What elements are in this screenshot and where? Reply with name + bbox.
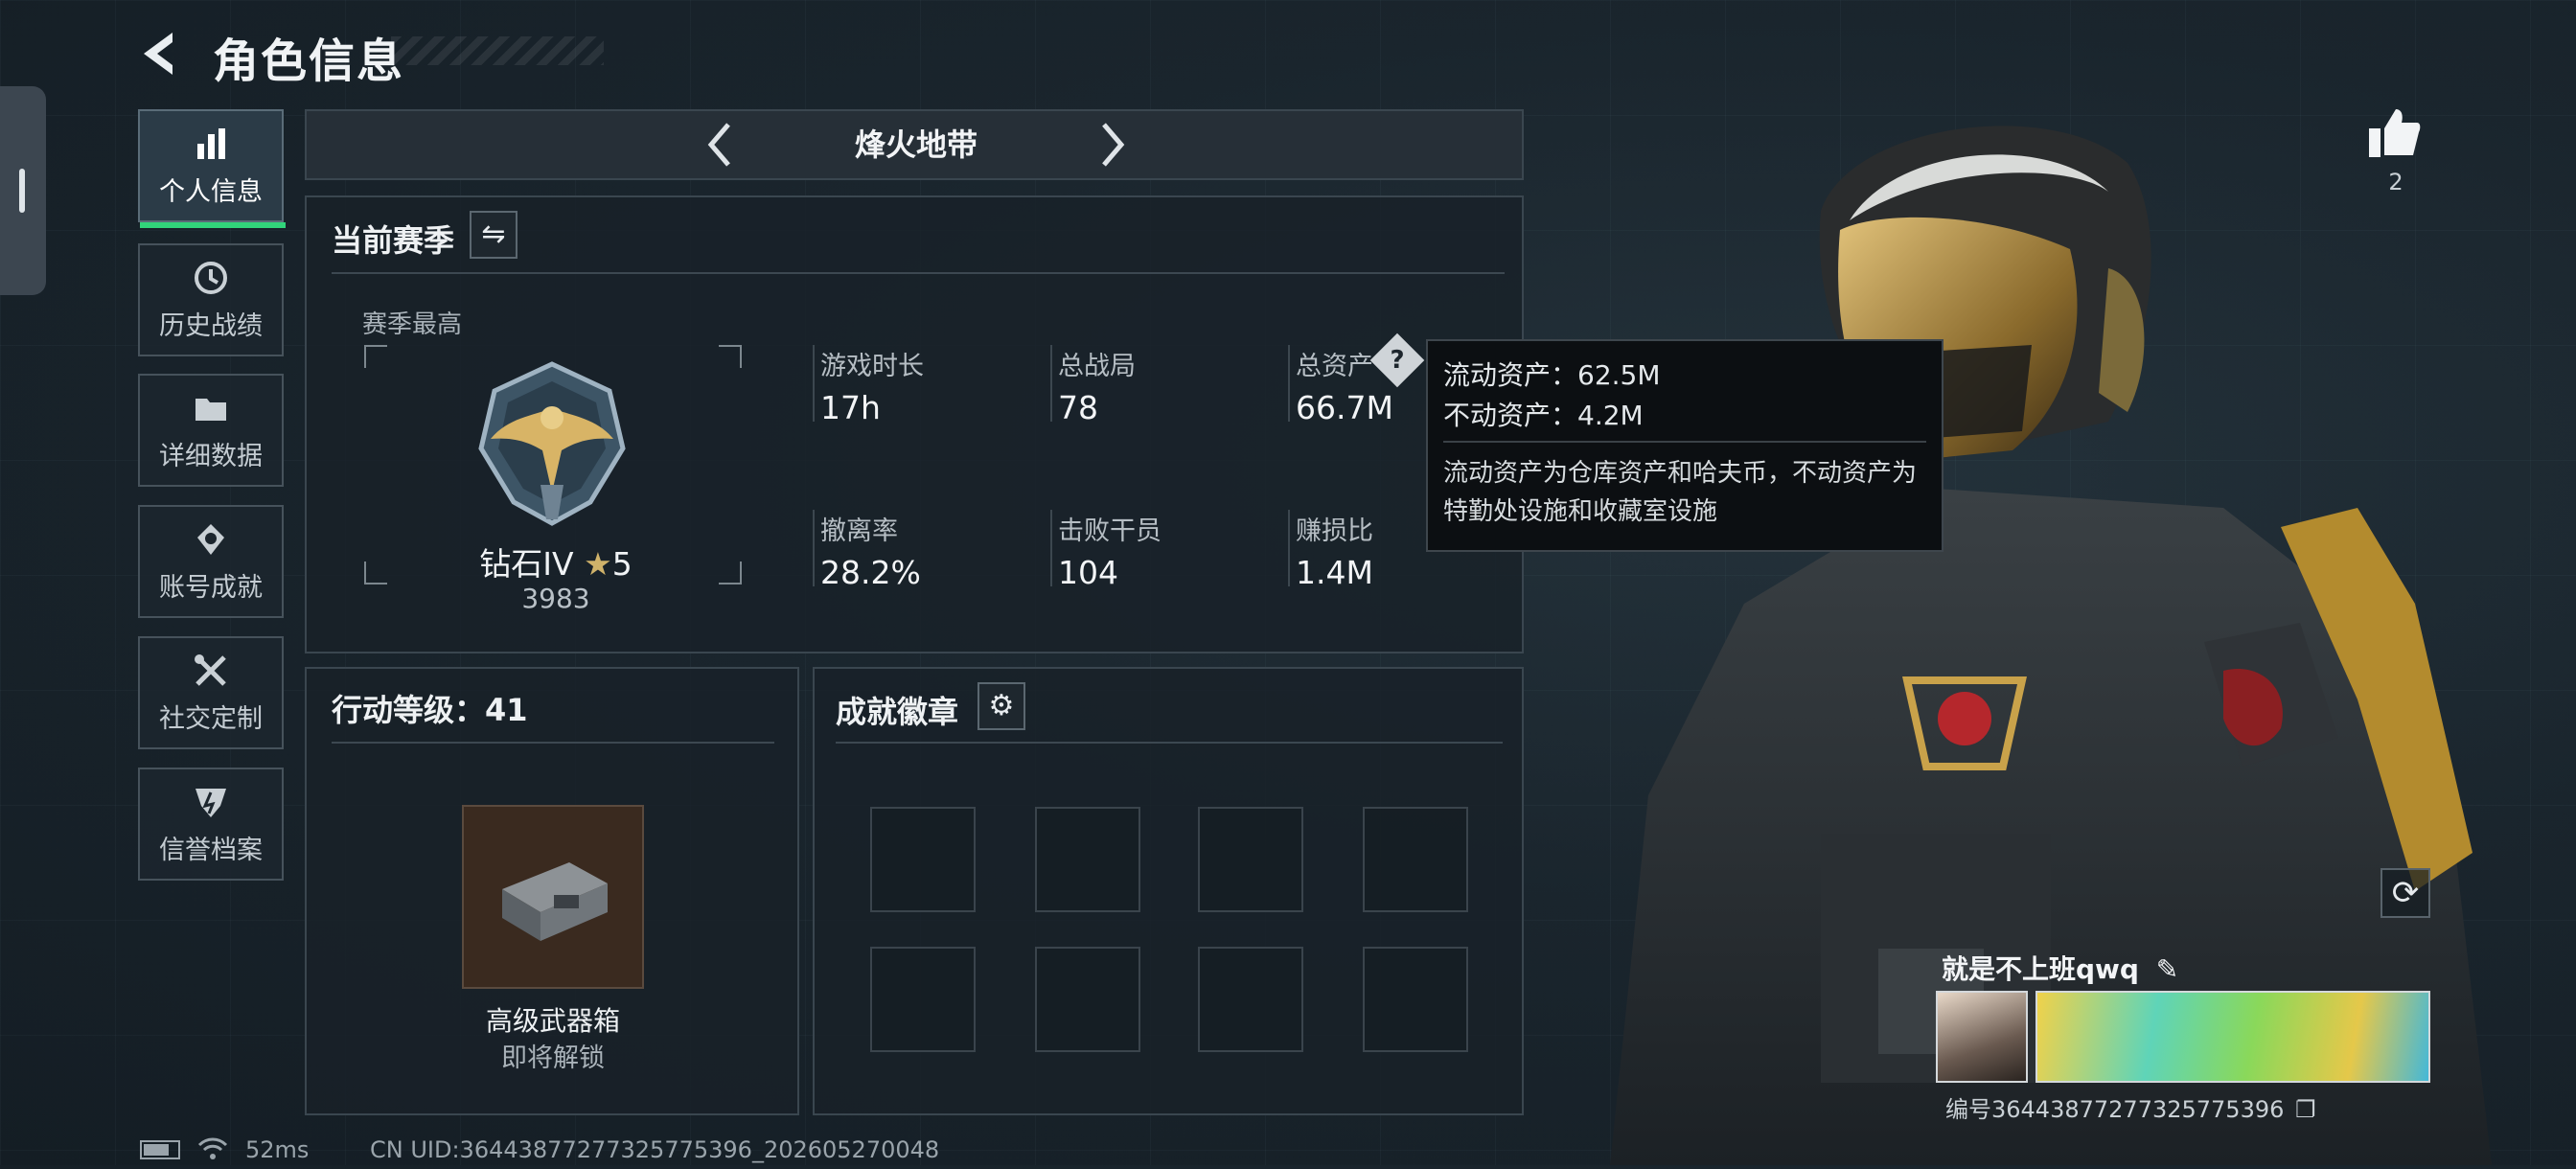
player-name-row: 就是不上班qwq ✎ <box>1942 949 2178 987</box>
nav-history[interactable]: 历史战绩 <box>138 243 284 356</box>
copy-icon[interactable]: ❐ <box>2295 1096 2316 1123</box>
edit-pencil-icon[interactable]: ✎ <box>2156 953 2178 985</box>
tooltip-fixed-assets: 不动资产：4.2M <box>1443 400 1644 431</box>
nav-label: 个人信息 <box>159 176 263 207</box>
bar-chart-icon <box>192 125 230 165</box>
game-mode-selector: 烽火地带 <box>305 109 1524 180</box>
stat-value: 28.2% <box>820 554 921 591</box>
nav-label: 账号成就 <box>159 572 263 603</box>
nav-credit-record[interactable]: 信誉档案 <box>138 768 284 881</box>
rank-points: 3983 <box>521 583 590 614</box>
divider <box>813 510 815 586</box>
frame-corner <box>719 562 742 584</box>
weapon-crate-icon[interactable] <box>462 805 644 989</box>
player-id-row: 编号3644387727732577539​6 ❐ <box>1945 1090 2316 1124</box>
badge-slot[interactable] <box>1035 807 1140 912</box>
next-mode-chevron-icon[interactable] <box>1094 111 1133 193</box>
badge-slot[interactable] <box>1363 807 1468 912</box>
stat-label: 游戏时长 <box>820 352 924 381</box>
side-drawer-handle[interactable] <box>0 86 46 295</box>
stat-value: 17h <box>820 389 881 426</box>
title-decoration <box>391 36 604 65</box>
profile-banner[interactable] <box>2036 991 2430 1083</box>
frame-corner <box>719 345 742 368</box>
stat-label: 赚损比 <box>1296 516 1373 546</box>
badge-slot[interactable] <box>1198 807 1303 912</box>
nav-label: 社交定制 <box>159 703 263 734</box>
help-question-icon[interactable]: ? <box>1369 332 1425 388</box>
reward-name: 高级武器箱 <box>485 1005 620 1037</box>
rank-name: 钻石IV <box>479 545 574 583</box>
folder-icon <box>192 389 230 429</box>
stat-value: 78 <box>1058 389 1098 426</box>
avatar[interactable] <box>1936 991 2028 1083</box>
stat-value: 1.4M <box>1296 554 1373 591</box>
wifi-icon <box>197 1136 228 1167</box>
stat-label: 总资产 <box>1296 352 1373 381</box>
divider <box>1288 510 1290 586</box>
history-icon <box>192 259 230 299</box>
swap-season-icon[interactable]: ⇋ <box>470 211 518 259</box>
gear-icon[interactable]: ⚙ <box>978 682 1025 730</box>
stat-label: 撤离率 <box>820 516 898 546</box>
star-icon: ★ <box>584 545 612 583</box>
nav-label: 信誉档案 <box>159 835 263 865</box>
assets-tooltip: 流动资产：62.5M 不动资产：4.2M 流动资产为仓库资产和哈夫币，不动资产为… <box>1426 339 1944 552</box>
stat-label: 击败干员 <box>1058 516 1162 546</box>
season-best-label: 赛季最高 <box>362 310 463 339</box>
nav-label: 历史战绩 <box>159 310 263 341</box>
nav-label: 详细数据 <box>159 441 263 471</box>
stat-value: 66.7M <box>1296 389 1393 426</box>
battery-icon <box>140 1140 180 1159</box>
frame-corner <box>364 345 387 368</box>
nav-personal-info[interactable]: 个人信息 <box>138 109 286 228</box>
rank-name-row: 钻石IV ★5 <box>422 539 690 584</box>
medal-icon <box>192 520 230 561</box>
rank-emblem-icon <box>466 358 638 535</box>
uid-text: CN UID:3644387727732577539​6_20260527004… <box>370 1136 940 1163</box>
like-count: 2 <box>2388 169 2404 195</box>
nav-social-custom[interactable]: 社交定制 <box>138 636 284 749</box>
tooltip-description: 流动资产为仓库资产和哈夫币，不动资产为特勤处设施和收藏室设施 <box>1443 459 1918 526</box>
stat-value: 104 <box>1058 554 1118 591</box>
divider <box>813 345 815 422</box>
reward-status: 即将解锁 <box>501 1043 605 1073</box>
action-level-title: 行动等级：41 <box>332 692 528 728</box>
badge-slot[interactable] <box>1363 947 1468 1052</box>
thumbs-up-icon[interactable] <box>2365 103 2423 175</box>
nav-achievements[interactable]: 账号成就 <box>138 505 284 618</box>
back-arrow-icon[interactable] <box>134 27 188 80</box>
refresh-icon[interactable]: ⟳ <box>2380 868 2430 918</box>
ping-text: 52ms <box>245 1136 310 1163</box>
divider <box>1050 510 1052 586</box>
badge-slot[interactable] <box>1198 947 1303 1052</box>
frame-corner <box>364 562 387 584</box>
rank-stars: 5 <box>611 545 632 583</box>
game-mode-title: 烽火地带 <box>854 126 978 163</box>
divider <box>1050 345 1052 422</box>
divider <box>1288 345 1290 422</box>
divider <box>332 272 1505 274</box>
badges-title: 成就徽章 <box>836 694 959 730</box>
nav-detailed-data[interactable]: 详细数据 <box>138 374 284 487</box>
badge-slot[interactable] <box>870 807 976 912</box>
divider <box>332 742 774 744</box>
shield-icon <box>192 783 230 823</box>
divider <box>1443 441 1926 443</box>
season-title: 当前赛季 <box>332 222 455 259</box>
page-title: 角色信息 <box>213 34 405 88</box>
badge-slot[interactable] <box>870 947 976 1052</box>
divider <box>836 742 1503 744</box>
player-id: 编号3644387727732577539​6 <box>1945 1096 2285 1123</box>
tools-icon <box>192 652 230 692</box>
tooltip-liquid-assets: 流动资产：62.5M <box>1443 359 1661 391</box>
previous-mode-chevron-icon[interactable] <box>700 111 738 193</box>
stat-label: 总战局 <box>1058 352 1136 381</box>
badge-slot[interactable] <box>1035 947 1140 1052</box>
player-name: 就是不上班qwq <box>1942 953 2139 985</box>
